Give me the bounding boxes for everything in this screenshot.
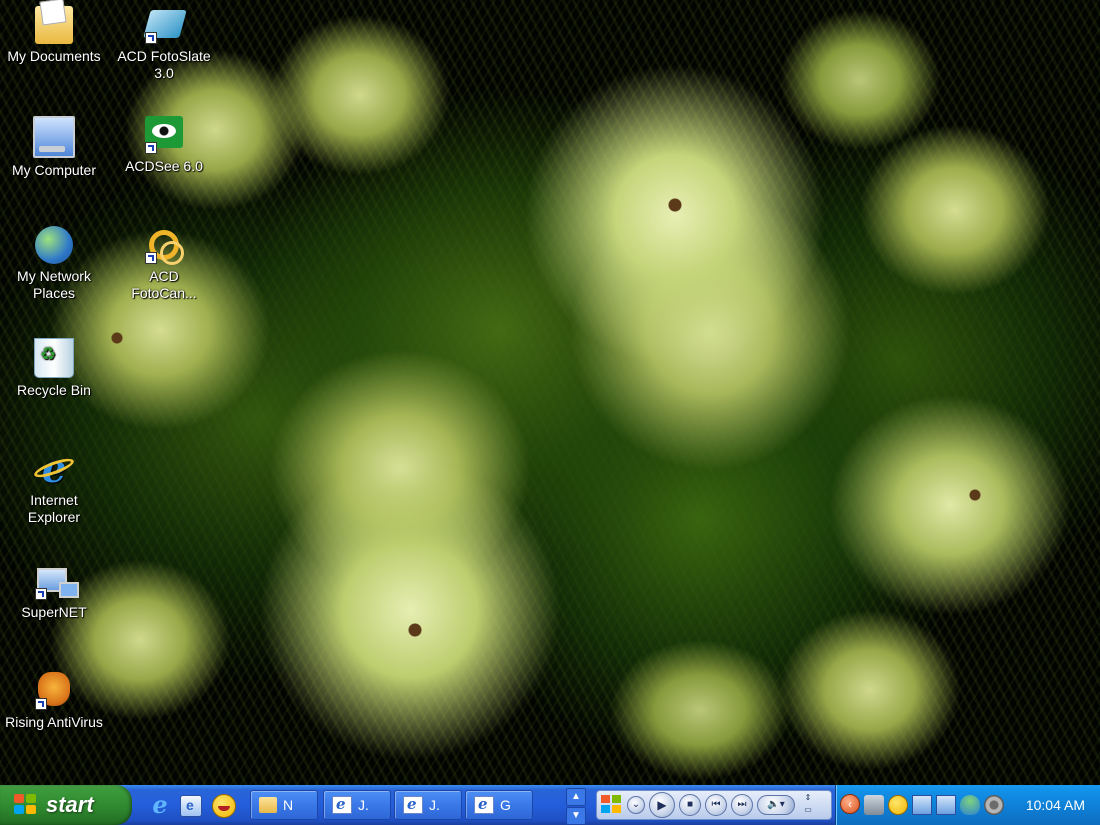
network-icon[interactable] [936, 795, 956, 815]
play-icon[interactable]: ▶ [649, 792, 675, 818]
desktop-icon-rising-antivirus[interactable]: Rising AntiVirus [2, 672, 106, 731]
start-button[interactable]: start [0, 785, 132, 825]
quick-launch-outlook-express-icon[interactable] [180, 795, 202, 817]
internet-explorer-icon [474, 795, 494, 814]
shortcut-arrow-icon [145, 252, 157, 264]
system-tray: ‹ 10:04 AM [835, 785, 1100, 825]
desktop-icon-label: My Network Places [17, 268, 91, 301]
desktop-icon-label: Rising AntiVirus [5, 714, 103, 730]
scroll-down-button[interactable]: ▼ [566, 807, 586, 825]
network-places-icon [35, 226, 73, 264]
computer-icon [33, 116, 75, 158]
desktop-icon-label: My Computer [11, 162, 97, 178]
taskbar-scroll: ▲ ▼ [566, 788, 586, 825]
folder-documents-icon [35, 6, 73, 44]
start-label: start [46, 792, 94, 817]
volume-icon[interactable]: 🔈▾ [757, 795, 795, 815]
shortcut-arrow-icon [35, 698, 47, 710]
settings-icon[interactable] [984, 795, 1004, 815]
taskbar-button-label: G [500, 797, 511, 813]
stop-icon[interactable]: ■ [679, 794, 701, 816]
internet-explorer-icon [403, 795, 423, 814]
taskbar-button-label: N [283, 797, 294, 813]
taskbar-button-folder[interactable]: N [250, 790, 318, 820]
show-hidden-icons-icon[interactable]: ‹ [840, 794, 860, 814]
desktop-icon-label: Internet Explorer [27, 492, 81, 525]
desktop-icon-acd-fotocanvas[interactable]: ACD FotoCan... [112, 226, 216, 302]
shortcut-arrow-icon [35, 588, 47, 600]
scroll-up-button[interactable]: ▲ [566, 788, 586, 806]
internet-explorer-icon: e [35, 450, 73, 488]
rising-antivirus-icon [35, 672, 73, 710]
network-icon[interactable] [912, 795, 932, 815]
restore-icon[interactable]: ⇕ ▭ [801, 792, 815, 818]
fotocanvas-icon [145, 226, 184, 265]
network-computer-icon [35, 562, 79, 600]
fotoslate-icon [143, 6, 187, 44]
media-player-toolbar: ⌄ ▶ ■ ⏮ ⏭ 🔈▾ ⇕ ▭ [596, 790, 832, 820]
quick-launch-messenger-icon[interactable] [212, 794, 236, 818]
recycle-bin-icon [34, 338, 74, 378]
desktop-icon-acdsee[interactable]: ACDSee 6.0 [112, 116, 216, 175]
desktop-icon-my-documents[interactable]: My Documents [2, 6, 106, 65]
camera-icon[interactable] [864, 795, 884, 815]
taskbar-button-ie-1[interactable]: J. [323, 790, 391, 820]
desktop-icon-supernet[interactable]: SuperNET [2, 562, 106, 621]
shortcut-arrow-icon [145, 142, 157, 154]
previous-icon[interactable]: ⏮ [705, 794, 727, 816]
desktop-icon-label: ACD FotoSlate 3.0 [117, 48, 211, 81]
desktop-icon-recycle-bin[interactable]: Recycle Bin [2, 338, 106, 399]
taskbar-button-ie-2[interactable]: J. [394, 790, 462, 820]
taskbar-button-label: J. [358, 797, 369, 813]
taskbar: start e N J. J. G ▲ ▼ ⌄ ▶ ■ ⏮ ⏭ 🔈▾ ⇕▭ [0, 785, 1100, 825]
desktop-icon-label: ACD FotoCan... [131, 268, 197, 301]
desktop-icon-label: SuperNET [21, 604, 87, 620]
desktop-icon-label: Recycle Bin [17, 382, 91, 398]
user-icon[interactable] [960, 795, 980, 815]
desktop-icon-label: ACDSee 6.0 [125, 158, 203, 174]
messenger-icon[interactable] [888, 795, 908, 815]
desktop-icon-my-computer[interactable]: My Computer [2, 116, 106, 179]
windows-logo-icon[interactable] [601, 795, 623, 815]
windows-logo-icon [14, 794, 38, 816]
chevron-down-icon[interactable]: ⌄ [627, 796, 645, 814]
quick-launch-internet-explorer-icon[interactable]: e [148, 793, 172, 817]
folder-icon [259, 797, 277, 813]
desktop-icon-acd-fotoslate[interactable]: ACD FotoSlate 3.0 [112, 6, 216, 82]
shortcut-arrow-icon [145, 32, 157, 44]
next-icon[interactable]: ⏭ [731, 794, 753, 816]
desktop-icon-label: My Documents [7, 48, 101, 64]
taskbar-button-label: J. [429, 797, 440, 813]
acdsee-icon [145, 116, 183, 154]
clock[interactable]: 10:04 AM [1026, 785, 1085, 825]
desktop-icon-my-network-places[interactable]: My Network Places [2, 226, 106, 302]
internet-explorer-icon [332, 795, 352, 814]
taskbar-button-ie-3[interactable]: G [465, 790, 533, 820]
desktop-icon-internet-explorer[interactable]: e Internet Explorer [2, 450, 106, 526]
